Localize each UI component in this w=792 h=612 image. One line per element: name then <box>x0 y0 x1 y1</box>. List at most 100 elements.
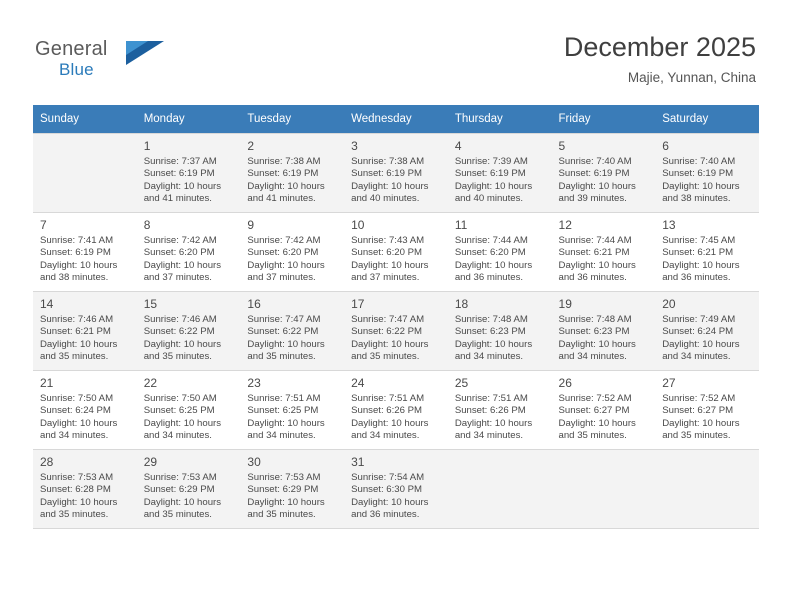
day-cell-content: 14 Sunrise: 7:46 AM Sunset: 6:21 PM Dayligh… <box>33 292 137 368</box>
day-detail-line: Daylight: 10 hours <box>351 180 429 192</box>
day-details: Sunrise: 7:42 AM Sunset: 6:20 PM Daylight:… <box>144 235 235 285</box>
day-details: Sunrise: 7:51 AM Sunset: 6:26 PM Daylight:… <box>351 393 442 443</box>
calendar-day-cell[interactable]: 17 Sunrise: 7:47 AM Sunset: 6:22 PM Dayligh… <box>344 291 448 371</box>
weekday-header-friday: Friday <box>551 105 656 134</box>
calendar-page: General Blue December 2025 Majie, Yunnan… <box>0 0 792 612</box>
logo[interactable]: General Blue <box>35 38 165 86</box>
calendar-day-cell[interactable]: 19 Sunrise: 7:48 AM Sunset: 6:23 PM Dayligh… <box>551 291 656 371</box>
calendar-day-cell[interactable]: 6 Sunrise: 7:40 AM Sunset: 6:19 PM Daylight… <box>655 133 759 213</box>
day-details: Sunrise: 7:37 AM Sunset: 6:19 PM Daylight:… <box>144 156 235 206</box>
calendar-day-cell[interactable]: 4 Sunrise: 7:39 AM Sunset: 6:19 PM Daylight… <box>447 133 552 213</box>
day-detail-line: Sunset: 6:21 PM <box>558 247 630 259</box>
day-number: 28 <box>40 455 54 469</box>
calendar-day-cell[interactable]: 9 Sunrise: 7:42 AM Sunset: 6:20 PM Daylight… <box>240 212 345 292</box>
calendar-day-cell[interactable]: 31 Sunrise: 7:54 AM Sunset: 6:30 PM Dayligh… <box>344 449 448 529</box>
day-detail-line: Daylight: 10 hours <box>40 496 118 508</box>
calendar-day-cell[interactable]: 18 Sunrise: 7:48 AM Sunset: 6:23 PM Dayligh… <box>447 291 552 371</box>
calendar-day-cell[interactable]: 10 Sunrise: 7:43 AM Sunset: 6:20 PM Dayligh… <box>344 212 448 292</box>
day-number: 16 <box>247 297 261 311</box>
calendar-day-cell[interactable]: 12 Sunrise: 7:44 AM Sunset: 6:21 PM Dayligh… <box>551 212 656 292</box>
day-detail-line: Sunrise: 7:46 AM <box>40 314 114 325</box>
day-detail-line: Sunrise: 7:43 AM <box>351 235 425 246</box>
day-cell-content: 11 Sunrise: 7:44 AM Sunset: 6:20 PM Dayligh… <box>448 213 552 289</box>
day-detail-line: Daylight: 10 hours <box>662 417 740 429</box>
day-detail-line: Sunset: 6:23 PM <box>558 326 630 338</box>
day-detail-line: and 34 minutes. <box>247 430 316 442</box>
day-number: 13 <box>662 218 676 232</box>
day-number: 11 <box>454 218 468 232</box>
day-detail-line: Sunrise: 7:50 AM <box>143 393 217 404</box>
day-detail-line: Sunrise: 7:38 AM <box>247 156 321 167</box>
day-detail-line: and 36 minutes. <box>351 509 420 521</box>
day-details: Sunrise: 7:44 AM Sunset: 6:21 PM Daylight:… <box>559 235 650 285</box>
day-detail-line: Daylight: 10 hours <box>662 180 740 192</box>
calendar-day-cell[interactable]: 11 Sunrise: 7:44 AM Sunset: 6:20 PM Dayligh… <box>447 212 552 292</box>
calendar-day-cell[interactable]: 15 Sunrise: 7:46 AM Sunset: 6:22 PM Dayligh… <box>136 291 241 371</box>
day-number: 27 <box>662 376 676 390</box>
day-number: 15 <box>143 297 158 311</box>
calendar-day-cell[interactable]: 7 Sunrise: 7:41 AM Sunset: 6:19 PM Daylight… <box>33 212 137 292</box>
day-detail-line: Sunset: 6:27 PM <box>662 405 734 417</box>
calendar-week-row: 28 Sunrise: 7:53 AM Sunset: 6:28 PM Dayligh… <box>33 449 759 529</box>
day-detail-line: Daylight: 10 hours <box>40 417 118 429</box>
day-details: Sunrise: 7:48 AM Sunset: 6:23 PM Daylight:… <box>455 314 546 364</box>
day-detail-line: and 40 minutes. <box>351 193 420 205</box>
day-cell-content: 28 Sunrise: 7:53 AM Sunset: 6:28 PM Dayligh… <box>33 450 137 526</box>
day-number: 18 <box>454 297 469 311</box>
day-details: Sunrise: 7:46 AM Sunset: 6:22 PM Daylight:… <box>144 314 235 364</box>
calendar-day-cell[interactable]: 29 Sunrise: 7:53 AM Sunset: 6:29 PM Dayligh… <box>136 449 241 529</box>
day-detail-line: Daylight: 10 hours <box>351 259 429 271</box>
calendar-day-cell[interactable]: 27 Sunrise: 7:52 AM Sunset: 6:27 PM Dayligh… <box>655 370 759 450</box>
day-details: Sunrise: 7:44 AM Sunset: 6:20 PM Daylight:… <box>455 235 546 285</box>
day-detail-line: Daylight: 10 hours <box>247 259 325 271</box>
day-detail-line: Sunrise: 7:50 AM <box>40 393 114 404</box>
calendar-day-cell[interactable]: 23 Sunrise: 7:51 AM Sunset: 6:25 PM Dayligh… <box>240 370 345 450</box>
day-detail-line: Sunset: 6:22 PM <box>143 326 215 338</box>
calendar-day-cell[interactable]: 24 Sunrise: 7:51 AM Sunset: 6:26 PM Dayligh… <box>344 370 448 450</box>
day-detail-line: Sunrise: 7:47 AM <box>247 314 321 325</box>
day-detail-line: and 35 minutes. <box>143 509 212 521</box>
day-details: Sunrise: 7:53 AM Sunset: 6:29 PM Daylight:… <box>144 472 235 522</box>
day-detail-line: Sunset: 6:22 PM <box>351 326 423 338</box>
day-detail-line: Sunset: 6:19 PM <box>143 168 215 180</box>
calendar-day-cell[interactable]: 8 Sunrise: 7:42 AM Sunset: 6:20 PM Daylight… <box>136 212 241 292</box>
calendar-day-cell[interactable]: 13 Sunrise: 7:45 AM Sunset: 6:21 PM Dayligh… <box>655 212 759 292</box>
day-detail-line: and 34 minutes. <box>143 430 212 442</box>
day-detail-line: Sunset: 6:19 PM <box>558 168 630 180</box>
day-number: 31 <box>351 455 365 469</box>
day-number: 4 <box>454 139 462 153</box>
day-number: 3 <box>351 139 358 153</box>
calendar-day-cell[interactable]: 22 Sunrise: 7:50 AM Sunset: 6:25 PM Dayligh… <box>136 370 241 450</box>
day-cell-content: 23 Sunrise: 7:51 AM Sunset: 6:25 PM Dayligh… <box>240 371 344 447</box>
calendar-day-cell[interactable]: 30 Sunrise: 7:53 AM Sunset: 6:29 PM Dayligh… <box>240 449 345 529</box>
day-cell-content: 15 Sunrise: 7:46 AM Sunset: 6:22 PM Dayligh… <box>137 292 241 368</box>
day-number: 21 <box>40 376 54 390</box>
day-detail-line: Sunset: 6:20 PM <box>143 247 215 259</box>
day-detail-line: Sunset: 6:24 PM <box>662 326 734 338</box>
calendar-day-cell[interactable]: 21 Sunrise: 7:50 AM Sunset: 6:24 PM Dayligh… <box>33 370 137 450</box>
calendar-day-cell[interactable]: 28 Sunrise: 7:53 AM Sunset: 6:28 PM Dayligh… <box>33 449 137 529</box>
calendar-day-cell[interactable]: 5 Sunrise: 7:40 AM Sunset: 6:19 PM Daylight… <box>551 133 656 213</box>
day-cell-content: 5 Sunrise: 7:40 AM Sunset: 6:19 PM Daylight… <box>552 134 656 210</box>
day-detail-line: Daylight: 10 hours <box>40 259 118 271</box>
day-detail-line: Sunrise: 7:52 AM <box>558 393 632 404</box>
day-detail-line: Sunrise: 7:47 AM <box>351 314 425 325</box>
day-detail-line: Sunset: 6:29 PM <box>247 484 319 496</box>
day-cell-content: 21 Sunrise: 7:50 AM Sunset: 6:24 PM Dayligh… <box>33 371 137 447</box>
day-details: Sunrise: 7:41 AM Sunset: 6:19 PM Daylight:… <box>40 235 131 285</box>
day-detail-line: Daylight: 10 hours <box>558 180 636 192</box>
day-detail-line: Sunset: 6:30 PM <box>351 484 423 496</box>
day-number: 5 <box>558 139 566 153</box>
day-details: Sunrise: 7:47 AM Sunset: 6:22 PM Daylight:… <box>247 314 338 364</box>
calendar-day-cell[interactable]: 3 Sunrise: 7:38 AM Sunset: 6:19 PM Daylight… <box>344 133 448 213</box>
calendar-day-cell[interactable]: 1 Sunrise: 7:37 AM Sunset: 6:19 PM Daylight… <box>136 133 241 213</box>
calendar-day-cell[interactable]: 26 Sunrise: 7:52 AM Sunset: 6:27 PM Dayligh… <box>551 370 656 450</box>
calendar-day-cell[interactable]: 25 Sunrise: 7:51 AM Sunset: 6:26 PM Dayligh… <box>447 370 552 450</box>
calendar-day-cell[interactable]: 20 Sunrise: 7:49 AM Sunset: 6:24 PM Dayligh… <box>655 291 759 371</box>
calendar-day-cell[interactable]: 2 Sunrise: 7:38 AM Sunset: 6:19 PM Daylight… <box>240 133 345 213</box>
day-detail-line: and 34 minutes. <box>454 351 524 363</box>
day-detail-line: Sunset: 6:21 PM <box>662 247 734 259</box>
day-number: 6 <box>662 139 669 153</box>
calendar-day-cell[interactable]: 14 Sunrise: 7:46 AM Sunset: 6:21 PM Dayligh… <box>33 291 137 371</box>
calendar-day-cell[interactable]: 16 Sunrise: 7:47 AM Sunset: 6:22 PM Dayligh… <box>240 291 345 371</box>
